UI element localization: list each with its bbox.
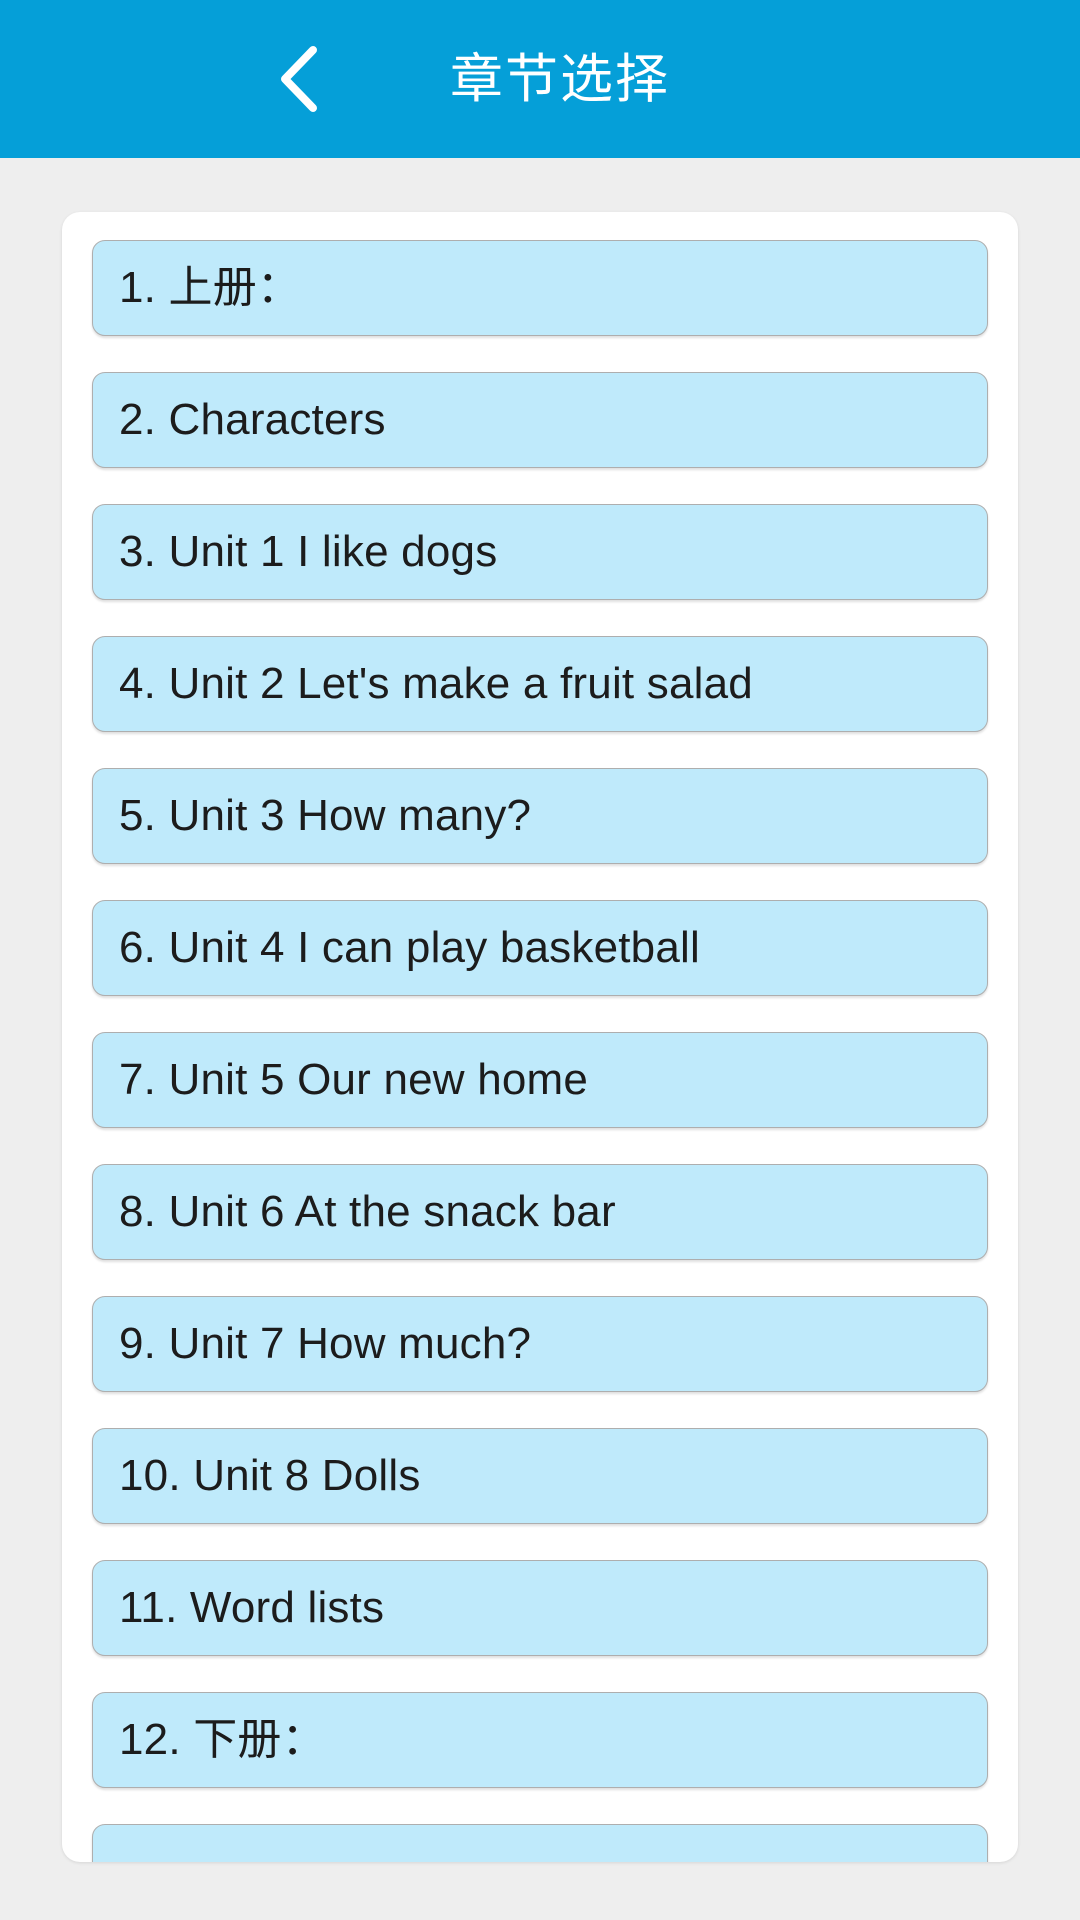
list-item[interactable]: 4. Unit 2 Let's make a fruit salad [92,636,988,732]
list-item[interactable]: 12. 下册： [92,1692,988,1788]
list-item-label: 12. 下册： [119,1715,326,1764]
list-item-label: 11. Word lists [119,1583,385,1632]
list-item-label: 8. Unit 6 At the snack bar [119,1187,616,1236]
back-button[interactable] [255,0,345,158]
list-item[interactable] [92,1824,988,1862]
chapter-list[interactable]: 1. 上册： 2. Characters 3. Unit 1 I like do… [62,240,1018,1862]
list-item-label: 1. 上册： [119,263,302,312]
list-item[interactable]: 3. Unit 1 I like dogs [92,504,988,600]
list-item[interactable]: 11. Word lists [92,1560,988,1656]
list-item[interactable]: 9. Unit 7 How much? [92,1296,988,1392]
list-item-label: 4. Unit 2 Let's make a fruit salad [119,659,753,708]
page-title: 章节选择 [450,49,670,109]
list-item[interactable]: 10. Unit 8 Dolls [92,1428,988,1524]
list-item-label: 6. Unit 4 I can play basketball [119,923,700,972]
list-item[interactable]: 1. 上册： [92,240,988,336]
list-item-label: 5. Unit 3 How many? [119,791,532,840]
list-item-label: 7. Unit 5 Our new home [119,1055,589,1104]
list-item-label: 2. Characters [119,395,386,444]
list-item[interactable]: 8. Unit 6 At the snack bar [92,1164,988,1260]
list-item-label: 10. Unit 8 Dolls [119,1451,421,1500]
list-item[interactable]: 5. Unit 3 How many? [92,768,988,864]
app-header: 章节选择 [0,0,1080,158]
chevron-left-icon [277,44,323,114]
list-item[interactable]: 6. Unit 4 I can play basketball [92,900,988,996]
chapter-card: 1. 上册： 2. Characters 3. Unit 1 I like do… [62,212,1018,1862]
list-item-label: 9. Unit 7 How much? [119,1319,532,1368]
list-item[interactable]: 7. Unit 5 Our new home [92,1032,988,1128]
list-item[interactable]: 2. Characters [92,372,988,468]
list-item-label: 3. Unit 1 I like dogs [119,527,498,576]
content-area: 1. 上册： 2. Characters 3. Unit 1 I like do… [0,158,1080,1920]
